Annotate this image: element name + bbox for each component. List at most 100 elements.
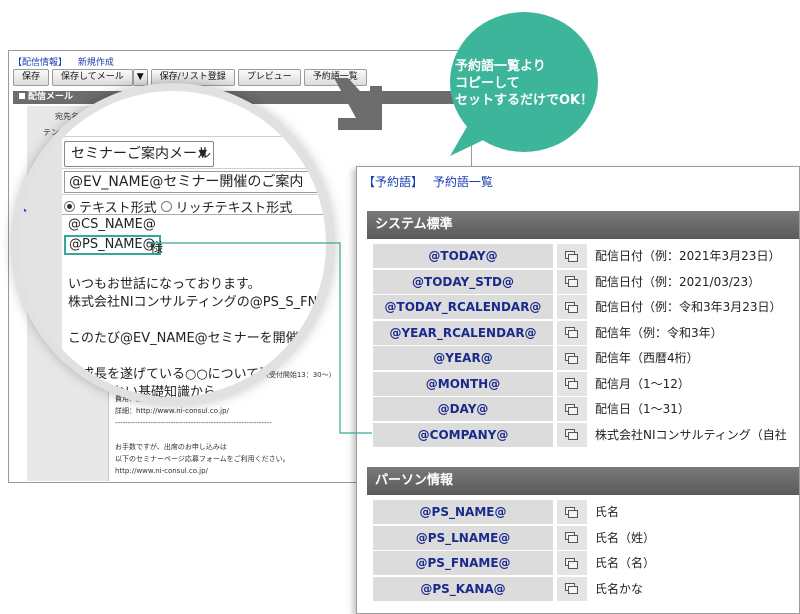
keyword-name[interactable]: @PS_NAME@ — [373, 500, 553, 524]
keyword-description: 配信日付（例：令和3年3月23日） — [595, 300, 782, 314]
template-select[interactable]: セミナーご案内メール ▼ — [64, 141, 214, 167]
breadcrumb-item-list[interactable]: 予約語一覧 — [433, 175, 493, 189]
keyword-row: @TODAY_RCALENDAR@ 配信日付（例：令和3年3月23日） — [371, 295, 799, 319]
label-column — [20, 91, 62, 397]
keyword-name[interactable]: @MONTH@ — [373, 371, 553, 396]
arrow-icon — [334, 78, 382, 130]
copy-button[interactable] — [557, 422, 587, 447]
keyword-row: @COMPANY@ 株式会社NIコンサルティング（自社 — [371, 422, 799, 447]
save-and-mail-button[interactable]: 保存してメール — [52, 69, 133, 86]
body-line-ps-name: @PS_NAME@ — [69, 237, 156, 252]
keyword-description: 氏名 — [595, 505, 620, 519]
breadcrumb: 【配信情報】 新規作成 — [13, 55, 122, 68]
chevron-down-icon: ▼ — [198, 147, 207, 160]
growth-text: 急成長を遂げている○○について更 — [68, 367, 273, 382]
keyword-name[interactable]: @DAY@ — [373, 397, 553, 421]
keyword-row: @YEAR_RCALENDAR@ 配信年（例：令和3年） — [371, 320, 799, 345]
keyword-description: 配信年（例：令和3年） — [595, 325, 723, 340]
copy-icon — [565, 327, 579, 338]
body-line-greeting: いつもお世話になっております。 — [68, 277, 261, 292]
panel-breadcrumb: 【予約語】 予約語一覧 — [363, 173, 499, 190]
keyword-description: 配信日付（例：2021年3月23日） — [595, 249, 781, 263]
keyword-name[interactable]: @YEAR_RCALENDAR@ — [373, 320, 553, 345]
copy-icon — [565, 429, 579, 440]
reserved-word-panel: 【予約語】 予約語一覧 システム標準 @TODAY@ 配信日付（例：2021年3月… — [356, 166, 800, 614]
keyword-row: @PS_LNAME@ 氏名（姓） — [371, 525, 799, 550]
keyword-name[interactable]: @TODAY@ — [373, 244, 553, 268]
copy-icon — [565, 403, 579, 415]
bubble-line: 予約語一覧より — [455, 59, 546, 74]
preview-button[interactable]: プレビュー — [237, 69, 301, 86]
mail-body-editor[interactable]: @CS_NAME@ @PS_NAME@ 様 いつもお世話になっております。 株式… — [62, 214, 326, 397]
copy-icon — [565, 352, 579, 364]
radio-rich-text-format[interactable] — [160, 201, 172, 212]
body-line-growth: 急成長を遂げている○○について更-------------- — [68, 363, 308, 382]
magnified-content: セミナーご案内メール ▼ @EV_NAME@セミナー開催のご案内 く テキスト形… — [16, 91, 326, 397]
copy-icon — [565, 583, 579, 594]
this-time-text: このたび@EV_NAME@セミナーを開催 — [68, 331, 299, 346]
company-text: 株式会社NIコンサルティングの@PS_S_FN — [68, 295, 318, 310]
copy-button[interactable] — [557, 551, 587, 575]
body-line-company: 株式会社NIコンサルティングの@PS_S_FNニックまで — [68, 291, 326, 310]
keyword-row: @TODAY_STD@ 配信日付（例：2021/03/23） — [371, 269, 799, 294]
copy-button[interactable] — [557, 244, 587, 268]
copy-button[interactable] — [557, 320, 587, 345]
speech-bubble-text: 予約語一覧より コピーして セットするだけでOK！ — [455, 58, 605, 109]
row-divider — [62, 136, 326, 137]
copy-button[interactable] — [557, 269, 587, 294]
keyword-description: 氏名（名） — [595, 556, 656, 570]
copy-icon — [565, 506, 579, 518]
copy-button[interactable] — [557, 576, 587, 601]
keyword-name[interactable]: @TODAY_RCALENDAR@ — [373, 295, 553, 319]
keyword-name[interactable]: @PS_LNAME@ — [373, 525, 553, 550]
breadcrumb-item-reserved[interactable]: 【予約語】 — [363, 175, 423, 189]
keyword-row: @PS_FNAME@ 氏名（名） — [371, 551, 799, 575]
bubble-line: コピーして — [455, 76, 520, 91]
group-header-system: システム標準 — [367, 211, 799, 239]
group-header-person: パーソン情報 — [367, 467, 799, 495]
keyword-name[interactable]: @PS_KANA@ — [373, 576, 553, 601]
keyword-row: @TODAY@ 配信日付（例：2021年3月23日） — [371, 244, 799, 268]
copy-button[interactable] — [557, 500, 587, 524]
copy-icon — [565, 378, 579, 389]
copy-icon — [565, 276, 579, 287]
keyword-row: @MONTH@ 配信月（1～12） — [371, 371, 799, 396]
copy-icon — [565, 532, 579, 543]
breadcrumb-item-delivery-info[interactable]: 【配信情報】 — [13, 58, 67, 68]
copy-icon — [565, 557, 579, 569]
save-and-mail-dropdown-icon[interactable]: ▼ — [132, 69, 148, 86]
keyword-description: 配信日付（例：2021/03/23） — [595, 274, 761, 289]
keyword-name[interactable]: @TODAY_STD@ — [373, 269, 553, 294]
save-button[interactable]: 保存 — [13, 69, 50, 86]
magnifier-lens: セミナーご案内メール ▼ @EV_NAME@セミナー開催のご案内 く テキスト形… — [12, 83, 334, 405]
copy-icon — [565, 301, 579, 313]
copy-icon — [565, 250, 579, 262]
keyword-row: @YEAR@ 配信年（西暦4桁） — [371, 346, 799, 370]
keyword-description: 配信月（1～12） — [595, 376, 690, 391]
keyword-name[interactable]: @COMPANY@ — [373, 422, 553, 447]
copy-button[interactable] — [557, 525, 587, 550]
keyword-description: 氏名かな — [595, 581, 644, 596]
keyword-description: 配信年（西暦4桁） — [595, 351, 699, 365]
breadcrumb-item-new[interactable]: 新規作成 — [78, 58, 114, 68]
keyword-row: @PS_KANA@ 氏名かな — [371, 576, 799, 601]
keyword-description: 氏名（姓） — [595, 530, 656, 545]
keyword-name[interactable]: @YEAR@ — [373, 346, 553, 370]
copy-button[interactable] — [557, 371, 587, 396]
copy-button[interactable] — [557, 295, 587, 319]
keyword-name[interactable]: @PS_FNAME@ — [373, 551, 553, 575]
keyword-row: @DAY@ 配信日（1～31） — [371, 397, 799, 421]
side-mark: く — [16, 199, 30, 215]
body-line-cs-name: @CS_NAME@ — [68, 217, 156, 232]
row-divider — [62, 168, 326, 169]
copy-button[interactable] — [557, 346, 587, 370]
keyword-row: @PS_NAME@ 氏名 — [371, 500, 799, 524]
row-divider — [62, 194, 326, 195]
growth-tail: -------------- — [272, 372, 308, 380]
copy-button[interactable] — [557, 397, 587, 421]
subject-input[interactable]: @EV_NAME@セミナー開催のご案内 — [64, 171, 326, 193]
ps-name-highlight: @PS_NAME@ — [64, 235, 161, 255]
stage: 【配信情報】 新規作成 保存 保存してメール ▼ 保存/リスト登録 プレビュー … — [0, 0, 800, 614]
body-line-this-time: このたび@EV_NAME@セミナーを開催いという方には — [68, 327, 326, 346]
radio-text-format[interactable] — [64, 201, 75, 212]
